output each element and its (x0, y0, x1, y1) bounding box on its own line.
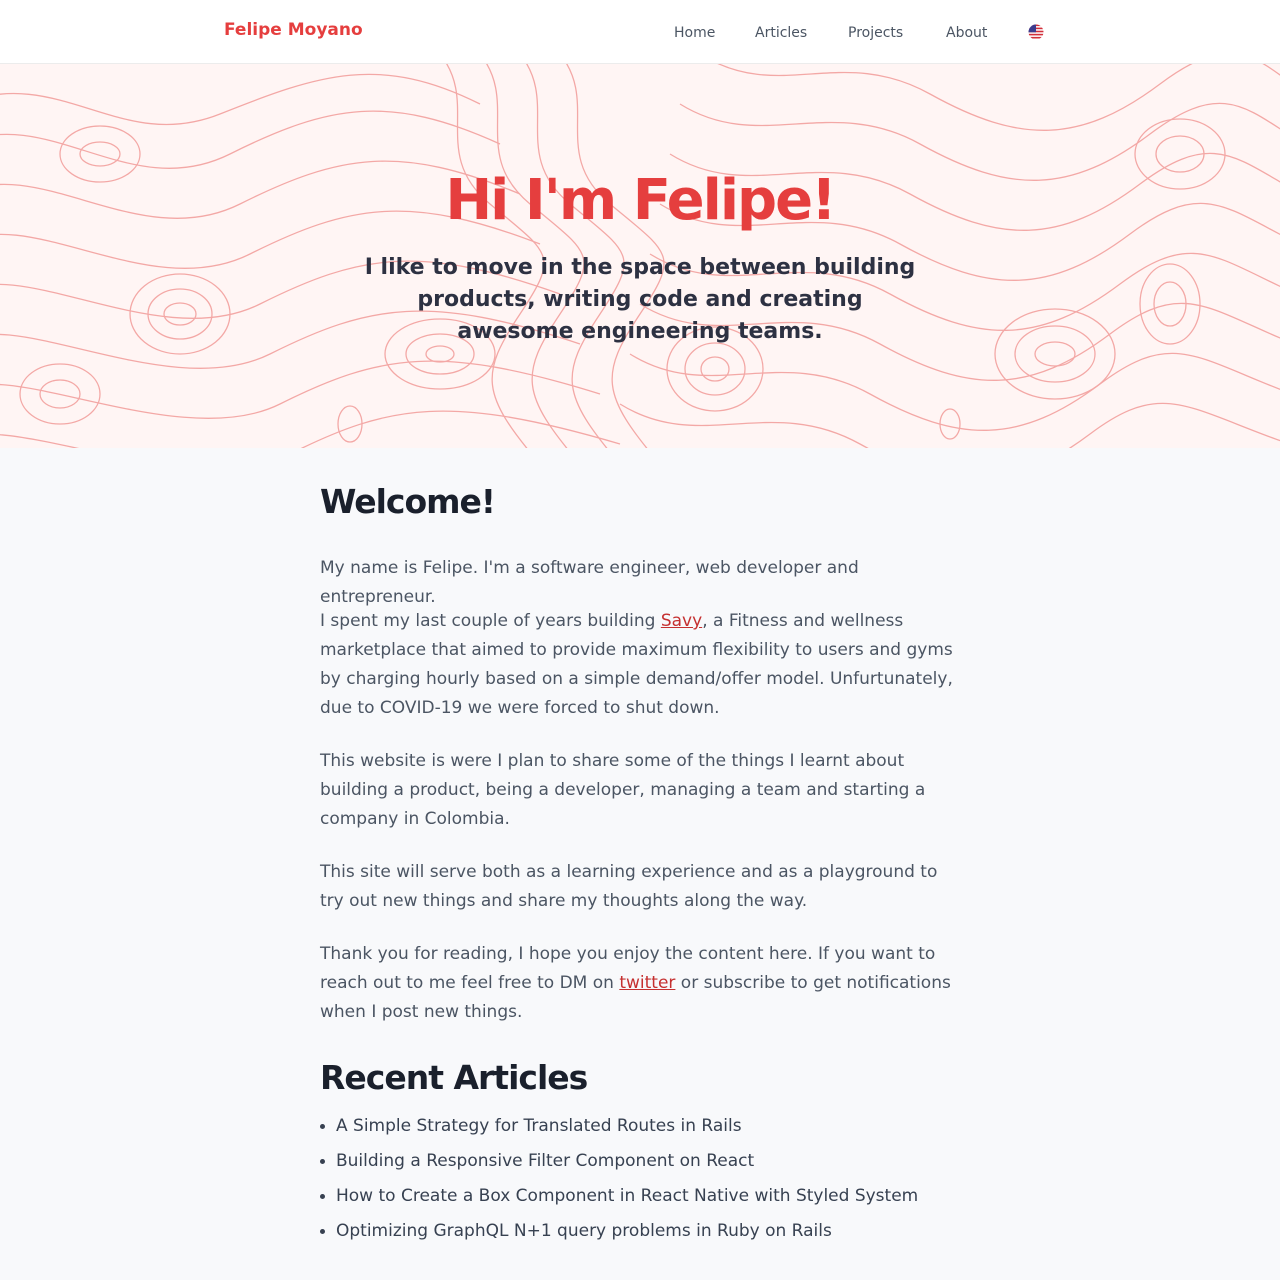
thanks-paragraph: Thank you for reading, I hope you enjoy … (320, 940, 960, 1027)
bullet-icon (320, 1159, 325, 1164)
hero-title: Hi I'm Felipe! (445, 168, 836, 233)
list-item: Building a Responsive Filter Component o… (320, 1147, 960, 1182)
top-navbar: Felipe Moyano Home Articles Projects Abo… (0, 0, 1280, 64)
list-item: A Simple Strategy for Translated Routes … (320, 1112, 960, 1147)
savy-link[interactable]: Savy (661, 611, 702, 631)
nav-about-link[interactable]: About (946, 25, 987, 41)
hero-subtitle: I like to move in the space between buil… (364, 255, 916, 344)
article-link[interactable]: Building a Responsive Filter Component o… (336, 1151, 754, 1171)
website-purpose-paragraph: This website is were I plan to share som… (320, 751, 926, 829)
list-item: Optimizing GraphQL N+1 query problems in… (320, 1217, 960, 1252)
nav-home-link[interactable]: Home (674, 25, 715, 41)
article-link[interactable]: A Simple Strategy for Translated Routes … (336, 1116, 742, 1136)
list-item: How to Create a Box Component in React N… (320, 1182, 960, 1217)
nav-projects-link[interactable]: Projects (848, 25, 903, 41)
savy-paragraph: I spent my last couple of years building… (320, 607, 960, 723)
nav-articles-link[interactable]: Articles (755, 25, 807, 41)
bullet-icon (320, 1194, 325, 1199)
savy-paragraph-text-start: I spent my last couple of years building (320, 611, 661, 631)
welcome-heading: Welcome! (320, 482, 496, 521)
us-flag-icon[interactable] (1028, 24, 1044, 40)
intro-paragraph: My name is Felipe. I'm a software engine… (320, 558, 859, 607)
hero-banner: Hi I'm Felipe! I like to move in the spa… (0, 64, 1280, 448)
article-link[interactable]: How to Create a Box Component in React N… (336, 1186, 918, 1206)
twitter-link[interactable]: twitter (619, 973, 675, 993)
bullet-icon (320, 1229, 325, 1234)
article-link[interactable]: Optimizing GraphQL N+1 query problems in… (336, 1221, 832, 1241)
recent-articles-list: A Simple Strategy for Translated Routes … (320, 1112, 960, 1252)
nav-links: Home Articles Projects About (0, 25, 1280, 45)
recent-articles-heading: Recent Articles (320, 1058, 588, 1097)
bullet-icon (320, 1124, 325, 1129)
playground-paragraph: This site will serve both as a learning … (320, 862, 938, 911)
